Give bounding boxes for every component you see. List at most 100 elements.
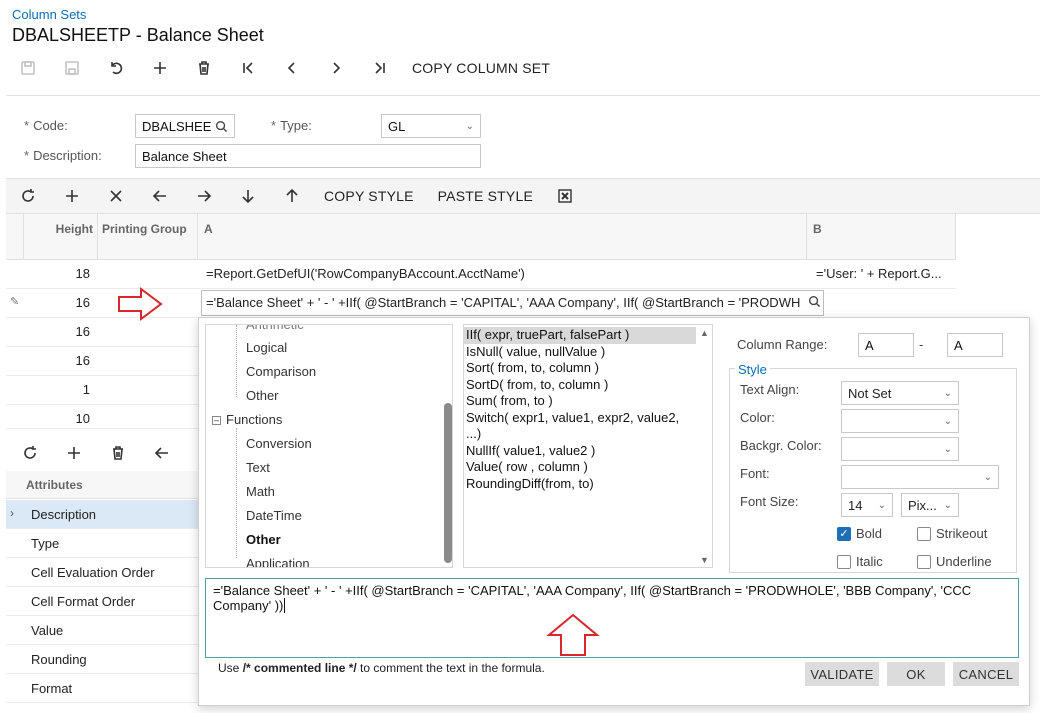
previous-record-icon[interactable] xyxy=(280,56,304,80)
first-record-icon[interactable] xyxy=(236,56,260,80)
range-from-field[interactable]: A xyxy=(858,333,914,357)
tree-item-datetime[interactable]: DateTime xyxy=(246,508,302,523)
color-select[interactable]: ⌄ xyxy=(841,409,959,433)
tree-item-comparison[interactable]: Comparison xyxy=(246,364,316,379)
row-height-cell[interactable]: 16 xyxy=(24,353,90,368)
save-icon[interactable] xyxy=(16,56,40,80)
function-item[interactable]: Sum( from, to ) xyxy=(464,393,696,410)
underline-checkbox[interactable]: Underline xyxy=(917,554,992,569)
add-icon[interactable] xyxy=(62,441,86,465)
tree-item-text[interactable]: Text xyxy=(246,460,270,475)
arrow-up-icon[interactable] xyxy=(280,184,304,208)
formula-search-icon[interactable] xyxy=(808,295,821,308)
printing-group-column-header[interactable]: Printing Group xyxy=(98,214,198,260)
font-select[interactable]: ⌄ xyxy=(841,465,999,489)
add-icon[interactable] xyxy=(148,56,172,80)
copy-column-set-button[interactable]: COPY COLUMN SET xyxy=(412,60,550,76)
arrow-left-icon[interactable] xyxy=(150,441,174,465)
tree-item-other-selected[interactable]: Other xyxy=(246,532,281,547)
tree-item-arithmetic[interactable]: Arithmetic xyxy=(246,325,304,332)
delete-icon[interactable] xyxy=(106,441,130,465)
copy-style-button[interactable]: COPY STYLE xyxy=(324,188,414,204)
search-icon[interactable] xyxy=(215,120,228,133)
ok-button[interactable]: OK xyxy=(887,662,945,686)
attribute-row[interactable]: Type xyxy=(6,529,198,558)
attribute-row[interactable]: Cell Format Order xyxy=(6,587,198,616)
tree-item-conversion[interactable]: Conversion xyxy=(246,436,312,451)
table-row[interactable]: 16 xyxy=(6,318,198,347)
attribute-row[interactable]: Value xyxy=(6,616,198,645)
formula-textarea[interactable]: ='Balance Sheet' + ' - ' +IIf( @StartBra… xyxy=(205,578,1019,658)
delete-icon[interactable] xyxy=(192,56,216,80)
height-column-header[interactable]: Height xyxy=(24,214,98,260)
row-height-cell[interactable]: 16 xyxy=(24,295,90,310)
attribute-row[interactable]: Format xyxy=(6,674,198,703)
column-a-header[interactable]: A xyxy=(198,214,807,260)
code-field[interactable]: DBALSHEE xyxy=(135,114,235,138)
attribute-label: Cell Format Order xyxy=(31,594,136,609)
arrow-right-icon[interactable] xyxy=(192,184,216,208)
row-height-cell[interactable]: 18 xyxy=(24,266,90,281)
paste-style-button[interactable]: PASTE STYLE xyxy=(438,188,533,204)
row-height-cell[interactable]: 16 xyxy=(24,324,90,339)
attribute-label: Description xyxy=(31,507,97,522)
font-unit-select[interactable]: Pix... ⌄ xyxy=(901,493,959,517)
background-color-select[interactable]: ⌄ xyxy=(841,437,959,461)
table-row[interactable]: 1 xyxy=(6,376,198,405)
type-select[interactable]: GL ⌄ xyxy=(381,114,481,138)
collapse-icon[interactable]: – xyxy=(212,416,221,425)
last-record-icon[interactable] xyxy=(368,56,392,80)
refresh-icon[interactable] xyxy=(16,184,40,208)
scroll-up-icon[interactable]: ▲ xyxy=(700,328,709,338)
next-record-icon[interactable] xyxy=(324,56,348,80)
description-field[interactable]: Balance Sheet xyxy=(135,144,481,168)
tree-item-math[interactable]: Math xyxy=(246,484,275,499)
arrow-down-icon[interactable] xyxy=(236,184,260,208)
excel-export-icon[interactable] xyxy=(553,184,577,208)
validate-button[interactable]: VALIDATE xyxy=(805,662,879,686)
strikeout-checkbox[interactable]: Strikeout xyxy=(917,526,987,541)
range-to-field[interactable]: A xyxy=(947,333,1003,357)
tree-item-logical[interactable]: Logical xyxy=(246,340,287,355)
function-item[interactable]: NullIf( value1, value2 ) xyxy=(464,443,696,460)
function-item[interactable]: Switch( expr1, value1, expr2, value2, ..… xyxy=(464,410,696,443)
row-height-cell[interactable]: 10 xyxy=(24,411,90,426)
table-row[interactable]: 10 xyxy=(6,405,198,429)
function-item-selected[interactable]: IIf( expr, truePart, falsePart ) xyxy=(464,327,696,344)
attribute-row[interactable]: Rounding xyxy=(6,645,198,674)
description-value: Balance Sheet xyxy=(142,148,227,164)
tree-scrollbar[interactable] xyxy=(444,403,452,563)
tree-item-functions[interactable]: Functions xyxy=(226,412,282,427)
underline-label: Underline xyxy=(936,554,992,569)
save-close-icon[interactable] xyxy=(60,56,84,80)
function-item[interactable]: Sort( from, to, column ) xyxy=(464,360,696,377)
function-item[interactable]: IsNull( value, nullValue ) xyxy=(464,344,696,361)
refresh-icon[interactable] xyxy=(18,441,42,465)
function-item[interactable]: Value( row , column ) xyxy=(464,459,696,476)
table-row[interactable]: 18 =Report.GetDefUI('RowCompanyBAccount.… xyxy=(6,260,956,289)
add-row-icon[interactable] xyxy=(60,184,84,208)
row-column-a-cell[interactable]: =Report.GetDefUI('RowCompanyBAccount.Acc… xyxy=(206,266,806,281)
function-item[interactable]: RoundingDiff(from, to) xyxy=(464,476,696,493)
bold-checkbox[interactable]: ✓ Bold xyxy=(837,526,882,541)
italic-checkbox[interactable]: Italic xyxy=(837,554,883,569)
breadcrumb[interactable]: Column Sets xyxy=(12,7,86,22)
attribute-row-selected[interactable]: › Description xyxy=(6,500,198,529)
scroll-down-icon[interactable]: ▼ xyxy=(700,555,709,565)
font-size-select[interactable]: 14 ⌄ xyxy=(841,493,893,517)
function-item[interactable]: SortD( from, to, column ) xyxy=(464,377,696,394)
attributes-toolbar xyxy=(6,437,202,469)
tree-item-other[interactable]: Other xyxy=(246,388,279,403)
delete-row-icon[interactable] xyxy=(104,184,128,208)
row-column-b-cell[interactable]: ='User: ' + Report.G... xyxy=(816,266,956,281)
text-align-select[interactable]: Not Set ⌄ xyxy=(841,381,959,405)
table-row[interactable]: 16 xyxy=(6,347,198,376)
tree-item-application[interactable]: Application xyxy=(246,556,310,567)
column-b-header[interactable]: B xyxy=(807,214,956,260)
attribute-row[interactable]: Cell Evaluation Order xyxy=(6,558,198,587)
cancel-button[interactable]: CANCEL xyxy=(953,662,1019,686)
formula-cell-editor[interactable]: ='Balance Sheet' + ' - ' +IIf( @StartBra… xyxy=(201,290,824,316)
row-height-cell[interactable]: 1 xyxy=(24,382,90,397)
undo-icon[interactable] xyxy=(104,56,128,80)
arrow-left-icon[interactable] xyxy=(148,184,172,208)
